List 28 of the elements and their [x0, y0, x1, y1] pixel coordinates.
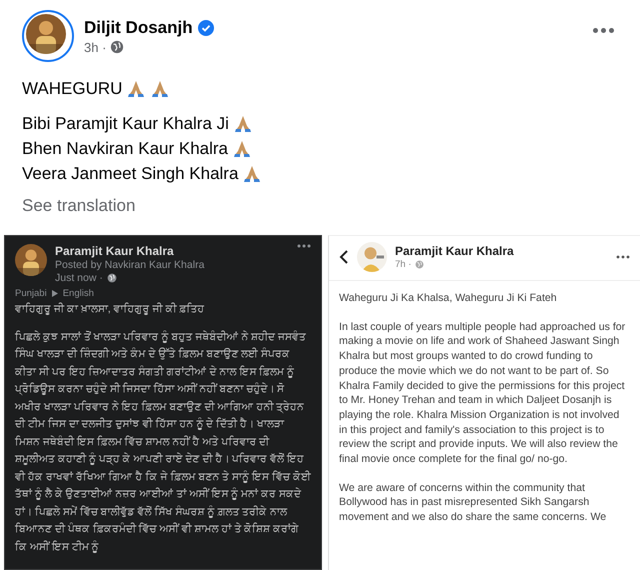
author-name[interactable]: Diljit Dosanjh — [84, 18, 193, 38]
more-options-icon — [616, 255, 630, 259]
back-chevron-icon — [339, 250, 349, 264]
globe-icon — [110, 40, 124, 54]
author-name: Paramjit Kaur Khalra — [55, 244, 175, 258]
post-paragraph: We are aware of concerns within the community that Bollywood has in past misrepresented Sikh Sangarsh movement and we also do share the same concerns. We — [339, 480, 608, 525]
post-time[interactable]: 3h · — [84, 40, 106, 54]
more-options-icon — [297, 244, 311, 248]
post-time: Just now · — [55, 272, 103, 284]
post-text: WAHEGURU — [22, 78, 122, 100]
back-button[interactable] — [339, 250, 349, 264]
avatar[interactable] — [22, 10, 74, 62]
post-text: Bibi Paramjit Kaur Khalra Ji — [22, 113, 229, 135]
globe-icon — [415, 260, 424, 269]
post-paragraph: ਪਿਛਲੇ ਕੁਝ ਸਾਲਾਂ ਤੋਂ ਖਾਲੜਾ ਪਰਿਵਾਰ ਨੂੰ ਬਹੁਤ ਜਥੇਬੰਦੀਆਂ ਨੇ ਸ਼ਹੀਦ ਜਸਵੰਤ ਸਿੰਘ ਖਾਲੜਾ ਦੀ ਜ਼ਿੰਦਗੀ ਅਤੇ ਕੰਮ ਦੇ ਉੱਤੇ ਫ਼ਿਲਮ ਬਣਾਉਣ ਲਈ ਸੰਪਰਕ ਕੀਤਾ ਸੀ ਪਰ ਇਹ ਜ਼ਿਆਦਾਤਰ ਸੰਗਤੀ ਗਰਾਂਟੀਆਂ ਦੇ ਨਾਲ ਇਸ ਫ਼ਿਲਮ ਨੂੰ ਪ੍ਰੋਡਿਊਸ ਕਰਨਾ ਚਹੁੰਦੇ ਸੀ ਜਿਸਦਾ ਹਿੱਸਾ ਅਸੀਂ ਨਹੀਂ ਬਣਨਾ ਚਹੁੰਦੇ। ਸੋ ਅਖੀਰ ਖਾਲੜਾ ਪਰਿਵਾਰ ਨੇ ਇਹ ਫ਼ਿਲਮ ਬਣਾਉਣ ਦੀ ਆਗਿਆ ਹਨੀ ਤ੍ਰੇਹਨ ਦੀ ਟੀਮ ਜਿਸ ਦਾ ਦਲਜੀਤ ਦੁਸਾਂਝ ਵੀ ਹਿੱਸਾ ਹਨ ਨੂੰ ਦੇ ਦਿੱਤੀ ਹੈ। ਖਾਲੜਾ ਮਿਸ਼ਨ ਜਥੇਬੰਦੀ ਇਸ ਫ਼ਿਲਮ ਵਿੱਚ ਸ਼ਾਮਲ ਨਹੀਂ ਹੈ ਅਤੇ ਪਰਿਵਾਰ ਦੀ ਸ਼ਮੂਲੀਅਤ ਕਹਾਣੀ ਨੂੰ ਪੜ੍ਹ ਕੇ ਆਪਣੀ ਰਾਏ ਦੇਣ ਦੀ ਹੈ। ਪਰਿਵਾਰ ਵੱਲੋਂ ਇਹ ਵੀ ਹੱਕ ਰਾਖਵਾਂ ਰੱਖਿਆ ਗਿਆ ਹੈ ਕਿ ਜੇ ਫ਼ਿਲਮ ਬਣਨ ਤੇ ਸਾਨੂੰ ਇਸ ਵਿੱਚ ਕੋਈ ਤੱਥਾਂ ਨੂੰ ਲੈ ਕੇ ਉਣਤਾਈਆਂ ਨਜ਼ਰ ਆਈਆਂ ਤਾਂ ਅਸੀਂ ਇਸ ਨੂੰ ਮਨਾਂ ਕਰ ਸਕਦੇ ਹਾਂ। ਪਿਛਲੇ ਸਮੇਂ ਵਿੱਚ ਬਾਲੀਵੁੱਡ ਵੱਲੋਂ ਸਿੱਖ ਸੰਘਰਸ਼ ਨੂੰ ਗ਼ਲਤ ਤਰੀਕੇ ਨਾਲ ਬਿਆਨਣ ਦੀ ਪੰਥਕ ਫ਼ਿਕਰਮੰਦੀ ਵਿੱਚ ਅਸੀਂ ਵੀ ਸ਼ਾਮਲ ਹਾਂ ਤੇ ਕੋਸ਼ਿਸ਼ ਕਰਾਂਗੇ ਕਿ ਅਸੀਂ ਇਸ ਟੀਮ ਨੂੰ — [15, 330, 311, 555]
triangle-icon — [52, 290, 58, 297]
post-text: Bhen Navkiran Kaur Khalra — [22, 138, 228, 160]
see-translation-link[interactable]: See translation — [22, 196, 618, 216]
post-paragraph: ਵਾਹਿਗੁਰੂ ਜੀ ਕਾ ਖ਼ਾਲਸਾ, ਵਾਹਿਗੁਰੂ ਜੀ ਕੀ ਫ਼ਤਿਹ — [15, 302, 206, 317]
language-label: English — [62, 288, 94, 299]
post-paragraph: In last couple of years multiple people had approached us for making a movie on life and work of Shaheed Jaswant Singh Khalra but most groups wanted to do crowd funding to produce the movie which we do not want to be part of. So Khalra Family decided to give the permissions for this project to Mr. Honey Trehan and team in which Daljeet Dosanjh is playing the role. Khalra Mission Organization is not involved in this project and family's association to this project is to review the script and provide inputs. We will also review the final movie once complete for the final go/ no-go. — [339, 320, 626, 467]
post-time: 7h · — [395, 259, 412, 270]
post-text: Veera Janmeet Singh Khalra — [22, 163, 238, 185]
author-name: Paramjit Kaur Khalra — [395, 244, 515, 258]
posted-by-text: Posted by Navkiran Kaur Khalra — [55, 259, 206, 271]
globe-icon — [106, 273, 117, 283]
post-paragraph: Waheguru Ji Ka Khalsa, Waheguru Ji Ki Fateh — [339, 291, 558, 306]
language-label: Punjabi — [15, 288, 47, 299]
